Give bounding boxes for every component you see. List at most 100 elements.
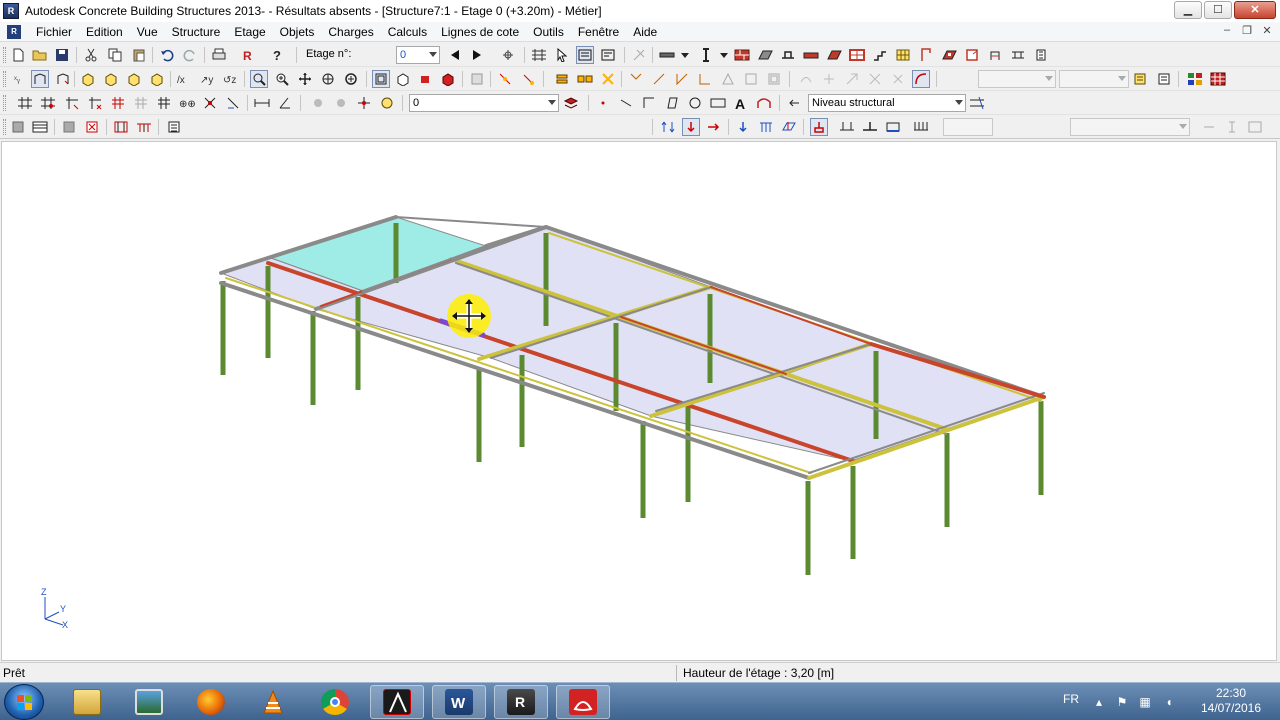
- reinforcement-icon[interactable]: [112, 118, 130, 136]
- chevron-down-icon[interactable]: [676, 46, 694, 64]
- results-map-disabled-icon[interactable]: [60, 118, 78, 136]
- zoom-window-icon[interactable]: [250, 70, 268, 88]
- stair-tool-icon[interactable]: [871, 46, 889, 64]
- extend-icon[interactable]: [650, 70, 668, 88]
- load-down-icon[interactable]: [682, 118, 700, 136]
- layers-icon[interactable]: [1186, 70, 1204, 88]
- copy-object-icon[interactable]: [519, 70, 537, 88]
- load-gravity-icon[interactable]: [659, 118, 677, 136]
- previous-storey-icon[interactable]: [446, 46, 464, 64]
- orbit-icon[interactable]: [319, 70, 337, 88]
- hidden-line-view-icon[interactable]: [394, 70, 412, 88]
- shaded-view-icon[interactable]: [416, 70, 434, 88]
- coordinates-icon[interactable]: ˣᵧ: [10, 70, 28, 88]
- load-disabled-2-icon[interactable]: [1223, 118, 1241, 136]
- draw-polygon-icon[interactable]: [663, 94, 681, 112]
- menu-etage[interactable]: Etage: [227, 22, 272, 42]
- load-linear-icon[interactable]: [757, 118, 775, 136]
- menu-structure[interactable]: Structure: [165, 22, 228, 42]
- opening-slab-icon[interactable]: [940, 46, 958, 64]
- axis-angle-icon[interactable]: [224, 94, 242, 112]
- join-icon[interactable]: [696, 70, 714, 88]
- menu-objets[interactable]: Objets: [273, 22, 322, 42]
- calc-model-icon[interactable]: [31, 118, 49, 136]
- help-icon[interactable]: ?: [268, 46, 286, 64]
- menu-fenetre[interactable]: Fenêtre: [571, 22, 626, 42]
- axis-attribute-icon[interactable]: ⊕⊕: [178, 94, 196, 112]
- refresh-view-icon[interactable]: [342, 70, 360, 88]
- load-case-select[interactable]: [1070, 118, 1190, 136]
- draw-polyline-icon[interactable]: [640, 94, 658, 112]
- node-disabled-icon[interactable]: [866, 70, 884, 88]
- diagonal-disabled-icon[interactable]: [843, 70, 861, 88]
- planar-load-icon[interactable]: [355, 94, 373, 112]
- masonry-wall-icon[interactable]: [848, 46, 866, 64]
- layer-manager-icon[interactable]: [562, 94, 580, 112]
- axis-move-icon[interactable]: [109, 94, 127, 112]
- dimension-angle-icon[interactable]: [276, 94, 294, 112]
- properties-icon[interactable]: [1131, 70, 1149, 88]
- draw-circle-icon[interactable]: [686, 94, 704, 112]
- trim-icon[interactable]: [627, 70, 645, 88]
- save-icon[interactable]: [53, 46, 71, 64]
- support-slab-icon[interactable]: [912, 118, 930, 136]
- grid-axis-icon[interactable]: [530, 46, 548, 64]
- toolbar-grip[interactable]: [3, 119, 6, 135]
- opening-tool-icon[interactable]: [917, 46, 935, 64]
- measure-icon[interactable]: [1032, 46, 1050, 64]
- volume-icon[interactable]: ◖: [1162, 695, 1176, 709]
- selection-list-icon[interactable]: [599, 46, 617, 64]
- object-inspector-icon[interactable]: [1155, 70, 1173, 88]
- load-point-icon[interactable]: [734, 118, 752, 136]
- documentation-icon[interactable]: [165, 118, 183, 136]
- snap-disabled-icon[interactable]: [630, 46, 648, 64]
- menu-edition[interactable]: Edition: [79, 22, 130, 42]
- line-load-disabled-icon[interactable]: [332, 94, 350, 112]
- rotate-y-icon[interactable]: ↗y: [198, 70, 216, 88]
- start-button[interactable]: [4, 684, 44, 720]
- menu-charges[interactable]: Charges: [321, 22, 380, 42]
- picture-viewer-icon[interactable]: [122, 685, 176, 719]
- structure-3d-view[interactable]: Z Y X: [2, 142, 1277, 661]
- cross-disabled-icon[interactable]: [820, 70, 838, 88]
- load-case-icon[interactable]: [378, 94, 396, 112]
- undo-icon[interactable]: [158, 46, 176, 64]
- acrobat-icon[interactable]: [556, 685, 610, 719]
- slab-tool-icon[interactable]: [756, 46, 774, 64]
- menu-calculs[interactable]: Calculs: [381, 22, 434, 42]
- load-disabled-1-icon[interactable]: [1200, 118, 1218, 136]
- minimize-button[interactable]: ▁: [1174, 1, 1202, 19]
- robot-cbs-icon[interactable]: R: [494, 685, 548, 719]
- draw-point-icon[interactable]: [594, 94, 612, 112]
- network-icon[interactable]: ▦: [1138, 695, 1152, 709]
- autocad-icon[interactable]: [370, 685, 424, 719]
- cut-icon[interactable]: [82, 46, 100, 64]
- axis-intersect-icon[interactable]: [201, 94, 219, 112]
- maximize-button[interactable]: ☐: [1204, 1, 1232, 19]
- layer-select[interactable]: 0: [409, 94, 559, 112]
- load-disabled-3-icon[interactable]: [1246, 118, 1264, 136]
- model-structure-icon[interactable]: [9, 118, 27, 136]
- file-explorer-icon[interactable]: [60, 685, 114, 719]
- load-horizontal-icon[interactable]: [705, 118, 723, 136]
- strip-footing-icon[interactable]: [802, 46, 820, 64]
- rotate-z-icon[interactable]: ↺z: [221, 70, 239, 88]
- snap-settings-icon[interactable]: [54, 70, 72, 88]
- select-pointer-icon[interactable]: [553, 46, 571, 64]
- open-folder-icon[interactable]: [31, 46, 49, 64]
- structure-3d-viewport[interactable]: Z Y X: [1, 141, 1277, 661]
- load-value-field[interactable]: [943, 118, 993, 136]
- draw-hatch-icon[interactable]: [755, 94, 773, 112]
- axis-grid-edit-icon[interactable]: [39, 94, 57, 112]
- draw-rectangle-icon[interactable]: [709, 94, 727, 112]
- redo-icon[interactable]: [181, 46, 199, 64]
- wall-tool-icon[interactable]: [733, 46, 751, 64]
- show-hidden-icons-icon[interactable]: ▴: [1092, 695, 1106, 709]
- dimension-line-icon[interactable]: [253, 94, 271, 112]
- close-button[interactable]: ✕: [1234, 1, 1276, 19]
- document-close-button[interactable]: ✕: [1260, 24, 1274, 37]
- column-head-icon[interactable]: [1009, 46, 1027, 64]
- pan-icon[interactable]: [296, 70, 314, 88]
- robot-link-icon[interactable]: R: [238, 46, 256, 64]
- draw-line-icon[interactable]: [617, 94, 635, 112]
